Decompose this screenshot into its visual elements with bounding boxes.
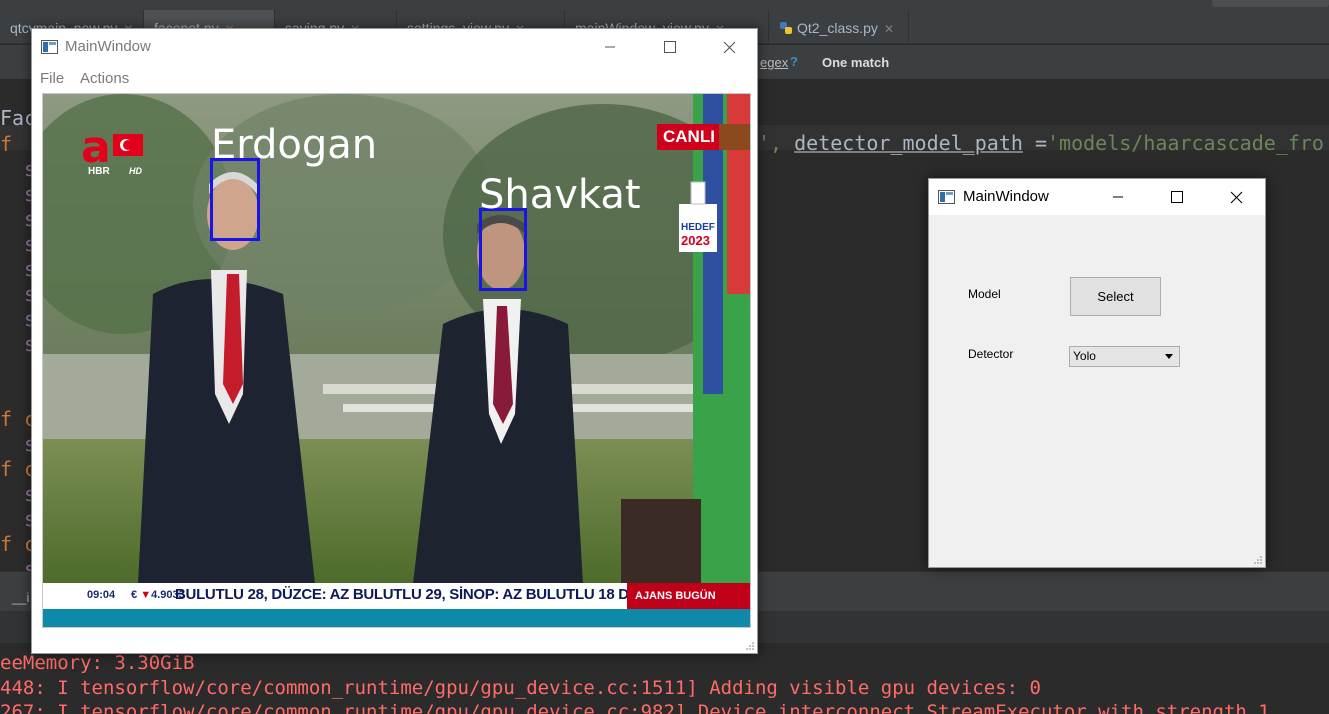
close-button[interactable] xyxy=(706,29,752,65)
python-file-icon xyxy=(780,22,792,34)
ticker-time: 09:04 xyxy=(87,589,116,601)
video-scene: a HBR HD HEDEF 2023 xyxy=(43,94,750,627)
program-label: AJANS BUGÜN xyxy=(627,583,750,609)
face-name-label: Shavkat xyxy=(479,172,641,218)
minimize-icon xyxy=(605,46,615,48)
ticker-bottom-strip xyxy=(43,609,750,627)
face-name-label: Erdogan xyxy=(211,122,378,168)
live-badge-tail xyxy=(719,124,750,150)
news-ticker: 09:04 € ▼4.9033 BULUTLU 28, DÜZCE: AZ BU… xyxy=(43,583,750,609)
minimize-icon xyxy=(1113,196,1123,198)
qt-window-icon xyxy=(938,190,955,204)
close-icon[interactable]: ✕ xyxy=(884,22,894,36)
model-label: Model xyxy=(968,287,1001,301)
detector-select[interactable]: Yolo xyxy=(1069,346,1180,367)
qt-window-icon xyxy=(41,40,58,54)
face-box xyxy=(479,208,527,291)
help-icon[interactable]: ? xyxy=(790,54,798,69)
face-box xyxy=(210,158,260,241)
code-line: ', detector_model_path ='models/haarcasc… xyxy=(758,131,1324,155)
code-operator: = xyxy=(1022,131,1047,155)
detector-label: Detector xyxy=(968,347,1014,361)
run-console[interactable]: eeMemory: 3.30GiB 448: I tensorflow/core… xyxy=(0,644,1329,714)
close-icon xyxy=(723,41,735,53)
window-title: MainWindow xyxy=(65,38,151,55)
resize-grip-icon[interactable] xyxy=(745,641,755,651)
down-arrow-icon: ▼ xyxy=(140,589,152,601)
video-frame: a HBR HD HEDEF 2023 CANLI Erdogan Shavka… xyxy=(42,93,751,628)
minimize-button[interactable] xyxy=(1095,179,1141,215)
main-window: MainWindow File Actions a HBR HD HEDEF 2… xyxy=(31,28,758,654)
tab-qt2-class[interactable]: Qt2_class.py ✕ xyxy=(769,10,909,44)
window-titlebar[interactable]: MainWindow xyxy=(32,29,757,65)
ticker-text: BULUTLU 28, DÜZCE: AZ BULUTLU 29, SİNOP:… xyxy=(175,586,679,603)
console-line: 267: I tensorflow/core/common_runtime/gp… xyxy=(0,701,1270,714)
console-line: 448: I tensorflow/core/common_runtime/gp… xyxy=(0,677,1041,699)
ide-top-strip xyxy=(0,0,1329,10)
window-title: MainWindow xyxy=(963,188,1049,205)
match-count: One match xyxy=(822,55,890,70)
resize-grip-icon[interactable] xyxy=(1253,555,1263,565)
chevron-down-icon xyxy=(1165,354,1173,359)
menu-actions[interactable]: Actions xyxy=(80,70,129,87)
code-string: ', xyxy=(758,131,795,155)
menu-bar: File Actions xyxy=(32,65,757,91)
hedef-text: HEDEF xyxy=(681,222,715,233)
console-line: eeMemory: 3.30GiB xyxy=(0,652,195,674)
select-model-button[interactable]: Select xyxy=(1070,277,1161,316)
detector-value: Yolo xyxy=(1073,349,1096,363)
code-identifier: detector_model_path xyxy=(794,131,1023,155)
code-fragment: f xyxy=(0,132,13,156)
settings-window: MainWindow Model Select Detector Yolo xyxy=(928,178,1266,568)
minimize-button[interactable] xyxy=(587,29,633,65)
window-titlebar[interactable]: MainWindow xyxy=(929,179,1265,215)
breadcrumb[interactable]: __i xyxy=(12,590,29,605)
tab-label: Qt2_class.py xyxy=(797,20,878,36)
close-icon xyxy=(1230,191,1242,203)
hedef-year: 2023 xyxy=(681,233,710,248)
menu-file[interactable]: File xyxy=(40,70,64,87)
regex-toggle[interactable]: egex xyxy=(760,55,788,70)
ide-search-field[interactable] xyxy=(1212,0,1329,7)
code-string: 'models/haarcascade_fro xyxy=(1047,131,1324,155)
maximize-icon xyxy=(664,41,676,53)
maximize-button[interactable] xyxy=(647,29,693,65)
channel-hd: HD xyxy=(129,166,142,176)
maximize-button[interactable] xyxy=(1154,179,1200,215)
close-button[interactable] xyxy=(1213,179,1259,215)
maximize-icon xyxy=(1171,191,1183,203)
currency-symbol: € xyxy=(131,589,138,601)
channel-sub: HBR xyxy=(88,166,110,177)
